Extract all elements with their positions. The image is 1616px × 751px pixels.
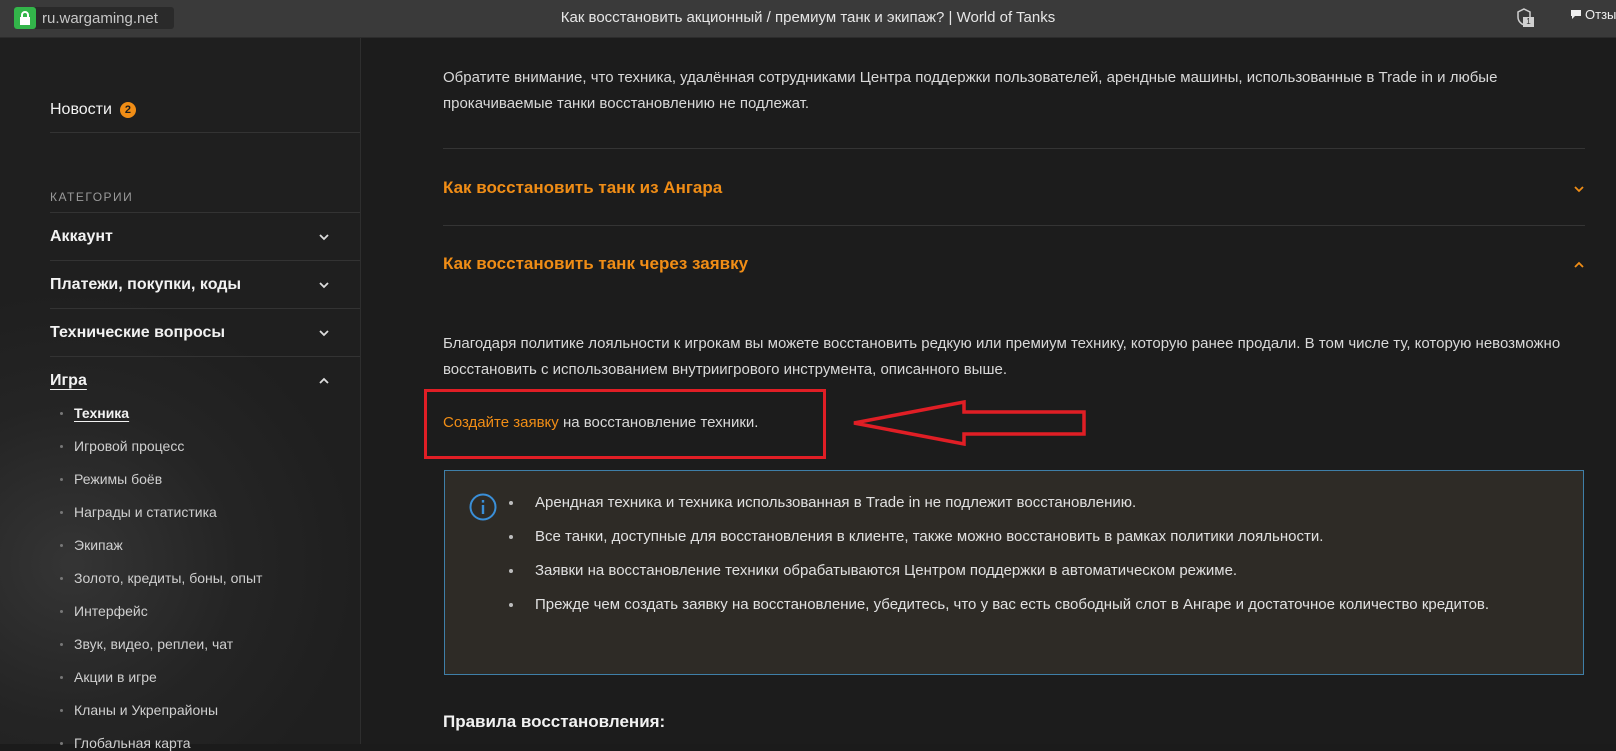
info-box: Арендная техника и техника использованна… [444, 470, 1584, 675]
subitem-label: Режимы боёв [74, 471, 163, 487]
chevron-up-icon[interactable] [1573, 259, 1585, 271]
subitem-battle-modes[interactable]: Режимы боёв [60, 471, 162, 487]
feedback-label: Отзы [1585, 7, 1616, 22]
info-item: Заявки на восстановление техники обрабат… [509, 559, 1549, 583]
accordion-title-hangar[interactable]: Как восстановить танк из Ангара [443, 178, 722, 198]
divider [443, 225, 1585, 226]
subitem-vehicles[interactable]: Техника [60, 405, 129, 421]
bullet [60, 543, 63, 547]
chevron-down-icon [319, 282, 329, 289]
annotation-arrow-icon [853, 400, 1086, 446]
divider [50, 308, 360, 309]
category-label: Платежи, покупки, коды [50, 276, 242, 293]
subitem-clans[interactable]: Кланы и Укрепрайоны [60, 702, 218, 718]
subitem-gameplay[interactable]: Игровой процесс [60, 438, 184, 454]
browser-topbar: ru.wargaming.net Как восстановить акцион… [0, 0, 1616, 38]
divider [50, 212, 360, 213]
loyalty-paragraph: Благодаря политике лояльности к игрокам … [443, 335, 1561, 378]
bullet [60, 675, 63, 679]
category-payments[interactable]: Платежи, покупки, коды [50, 276, 330, 294]
subitem-label: Интерфейс [74, 603, 148, 619]
subitem-promotions[interactable]: Акции в игре [60, 669, 157, 685]
info-item: Все танки, доступные для восстановления … [509, 525, 1549, 549]
subitem-gold[interactable]: Золото, кредиты, боны, опыт [60, 570, 262, 586]
divider [50, 132, 360, 133]
subitem-label: Экипаж [74, 537, 123, 553]
subitem-awards[interactable]: Награды и статистика [60, 504, 217, 520]
info-item: Арендная техника и техника использованна… [509, 491, 1549, 515]
subitem-label: Кланы и Укрепрайоны [74, 702, 219, 718]
bullet [60, 708, 63, 712]
subitem-label: Игровой процесс [74, 438, 185, 454]
bullet [60, 444, 63, 448]
bullet [60, 741, 63, 745]
feedback-button[interactable]: Отзы [1570, 7, 1616, 22]
category-technical[interactable]: Технические вопросы [50, 324, 330, 342]
chevron-up-icon [319, 377, 329, 384]
info-item: Прежде чем создать заявку на восстановле… [509, 593, 1549, 617]
comment-icon [1571, 10, 1581, 19]
subitem-label: Акции в игре [74, 669, 157, 685]
accordion-title-request[interactable]: Как восстановить танк через заявку [443, 254, 748, 274]
annotation-highlight-box [424, 389, 826, 459]
category-label: Аккаунт [50, 228, 113, 245]
bullet [60, 642, 63, 646]
subitem-sound[interactable]: Звук, видео, реплеи, чат [60, 636, 233, 652]
category-label: Игра [50, 372, 87, 389]
divider [50, 260, 360, 261]
info-list: Арендная техника и техника использованна… [509, 491, 1549, 627]
bullet [60, 477, 63, 481]
subitem-label: Награды и статистика [74, 504, 217, 520]
subitem-label: Золото, кредиты, боны, опыт [74, 570, 263, 586]
categories-heading: КАТЕГОРИИ [50, 190, 134, 204]
intro-paragraph: Обратите внимание, что техника, удалённа… [443, 69, 1498, 112]
category-account[interactable]: Аккаунт [50, 228, 330, 246]
bullet [60, 510, 63, 514]
subitem-label: Техника [74, 405, 130, 421]
subitem-crew[interactable]: Экипаж [60, 537, 123, 553]
subitem-interface[interactable]: Интерфейс [60, 603, 148, 619]
subitem-global-map[interactable]: Глобальная карта [60, 735, 191, 751]
subitem-label: Глобальная карта [74, 735, 191, 751]
divider [50, 356, 360, 357]
page-title: Как восстановить акционный / премиум тан… [560, 9, 1056, 26]
subitem-label: Звук, видео, реплеи, чат [74, 636, 234, 652]
chevron-down-icon [319, 234, 329, 241]
bullet [60, 411, 63, 415]
bullet [60, 609, 63, 613]
category-game[interactable]: Игра [50, 372, 330, 390]
info-icon [469, 493, 497, 521]
news-label: Новости [50, 101, 112, 118]
sidebar-item-news[interactable]: Новости 2 [50, 101, 136, 119]
chevron-down-icon[interactable] [1573, 183, 1585, 195]
category-label: Технические вопросы [50, 324, 226, 341]
chevron-down-icon [319, 330, 329, 337]
divider [443, 148, 1585, 149]
bullet [60, 576, 63, 580]
news-count-badge: 2 [119, 102, 136, 118]
extension-badge: 1 [1523, 17, 1534, 27]
rules-heading: Правила восстановления: [443, 712, 666, 731]
